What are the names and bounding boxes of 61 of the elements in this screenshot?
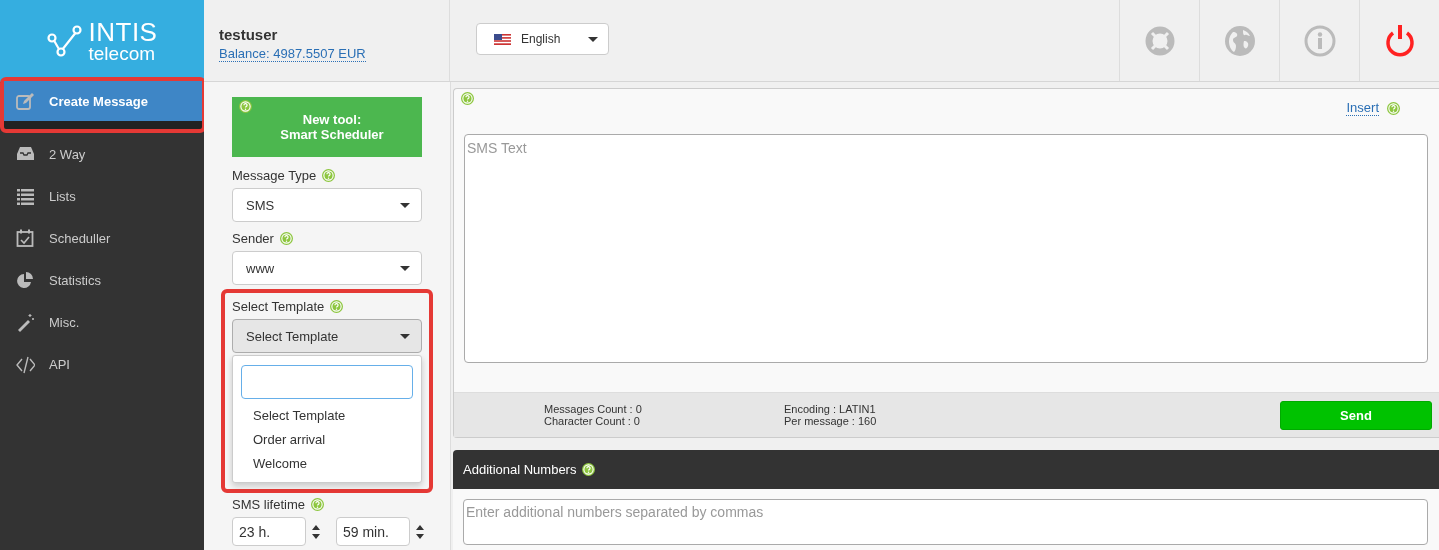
caret-icon <box>400 265 410 271</box>
dropdown-option[interactable]: Order arrival <box>241 428 413 452</box>
stat-text: Messages Count : 0 <box>544 403 643 415</box>
help-icon <box>239 100 252 113</box>
stat-text: Per message : 160 <box>784 415 878 427</box>
select-field[interactable]: SMS <box>232 188 422 222</box>
nav-item[interactable]: API <box>0 343 204 385</box>
spinner-icon <box>312 524 320 539</box>
help-icon <box>461 92 474 105</box>
nav-item[interactable]: Scheduller <box>0 217 204 259</box>
nav-item[interactable]: Lists <box>0 175 204 217</box>
promo-title: New tool: <box>302 112 362 127</box>
promo-subtitle: Smart Scheduler <box>280 127 384 142</box>
help-icon <box>310 497 324 511</box>
power-icon <box>1383 24 1416 57</box>
help-icon <box>330 299 344 313</box>
flag-icon <box>494 33 511 45</box>
section-title: Additional Numbers <box>463 462 577 477</box>
caret-icon <box>400 333 410 339</box>
logo-name: INTIS <box>88 19 158 45</box>
dropdown-option[interactable]: Welcome <box>241 452 413 476</box>
pie-chart-icon <box>16 270 35 290</box>
select-field[interactable]: www <box>232 251 422 285</box>
calendar-icon <box>16 228 35 248</box>
search-field[interactable] <box>241 365 413 399</box>
caret-icon <box>588 36 598 42</box>
help-icon <box>279 231 293 245</box>
nav-item[interactable]: 2 Way <box>0 133 204 175</box>
stat-text: Encoding : LATIN1 <box>784 403 877 415</box>
lifebuoy-icon <box>1143 24 1176 57</box>
nav-item[interactable]: Statistics <box>0 259 204 301</box>
help-icon <box>322 168 336 182</box>
field-label: Message Type <box>232 167 317 183</box>
field-label: SMS lifetime <box>232 496 305 512</box>
select-field[interactable]: Select Template <box>232 319 422 353</box>
message-textarea[interactable]: SMS Text <box>464 134 1428 363</box>
number-field[interactable]: 59 min. <box>336 517 410 546</box>
nav-item[interactable]: Create Message <box>4 81 202 121</box>
numbers-textarea[interactable]: Enter additional numbers separated by commas <box>463 499 1428 545</box>
field-label: Sender <box>232 230 274 246</box>
user-name: testuser <box>219 26 279 43</box>
insert-link[interactable]: Insert <box>1346 100 1379 116</box>
nav-item[interactable]: Misc. <box>0 301 204 343</box>
balance-link[interactable]: Balance: 4987.5507 EUR <box>219 46 366 62</box>
magic-wand-icon <box>16 312 35 332</box>
spinner-icon <box>416 524 424 539</box>
code-icon <box>16 354 35 374</box>
field-label: Select Template <box>232 298 325 314</box>
logo-icon <box>46 25 83 57</box>
logo-tagline: telecom <box>88 44 157 63</box>
number-field[interactable]: 23 h. <box>232 517 306 546</box>
info-icon <box>1303 24 1336 57</box>
dropdown-option[interactable]: Select Template <box>241 404 413 428</box>
language-select[interactable]: English <box>476 23 609 55</box>
globe-icon <box>1223 24 1256 57</box>
stat-text: Character Count : 0 <box>544 415 641 427</box>
help-icon <box>1387 101 1400 115</box>
list-icon <box>16 186 35 206</box>
edit-icon <box>16 91 35 111</box>
caret-icon <box>400 202 410 208</box>
help-icon <box>582 463 596 476</box>
